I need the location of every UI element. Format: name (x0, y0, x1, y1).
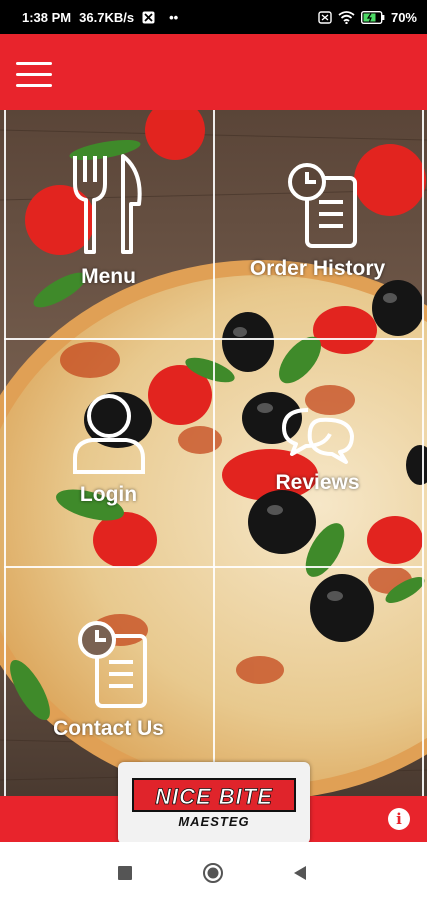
status-bar: 1:38 PM 36.7KB/s •• 70% (0, 0, 427, 34)
app-header (0, 34, 427, 110)
menu-grid: Menu Order History Login Reviews Contact… (0, 110, 427, 796)
home-circle-icon[interactable] (203, 863, 223, 888)
status-battery-level: 70% (390, 10, 417, 25)
status-dots: •• (169, 10, 179, 25)
tile-menu[interactable]: Menu (4, 110, 213, 338)
nice-bite-logo: NICE BITE MAESTEG (118, 762, 310, 844)
tile-reviews[interactable]: Reviews (213, 338, 422, 566)
app-icon (142, 11, 155, 24)
logo-banner: NICE BITE (132, 778, 296, 812)
status-network-speed: 36.7KB/s (79, 10, 135, 25)
tile-contact-us-label: Contact Us (53, 717, 164, 740)
back-triangle-icon[interactable] (293, 866, 307, 885)
fork-knife-icon (71, 152, 147, 263)
tile-menu-label: Menu (81, 265, 136, 288)
info-icon[interactable]: i (388, 808, 410, 830)
chat-bubbles-icon (280, 406, 356, 469)
clock-document-icon (287, 160, 359, 255)
battery-icon (360, 11, 385, 24)
status-time: 1:38 PM (22, 10, 72, 25)
tile-login-label: Login (79, 483, 138, 506)
user-icon (72, 392, 146, 481)
clock-document-icon (77, 618, 149, 715)
tile-login[interactable]: Login (4, 338, 213, 566)
tile-reviews-label: Reviews (275, 471, 360, 494)
pizza-background: Menu Order History Login Reviews Contact… (0, 110, 427, 796)
tile-order-history-label: Order History (249, 257, 386, 280)
sim-icon (318, 11, 332, 24)
tile-order-history[interactable]: Order History (213, 110, 422, 338)
hamburger-icon[interactable] (16, 60, 52, 88)
wifi-icon (338, 11, 355, 24)
grid-line (422, 110, 424, 796)
system-nav-bar (0, 842, 427, 900)
logo-title: NICE BITE (155, 784, 273, 810)
logo-subtitle: MAESTEG (178, 814, 250, 829)
recents-square-icon[interactable] (118, 866, 132, 885)
